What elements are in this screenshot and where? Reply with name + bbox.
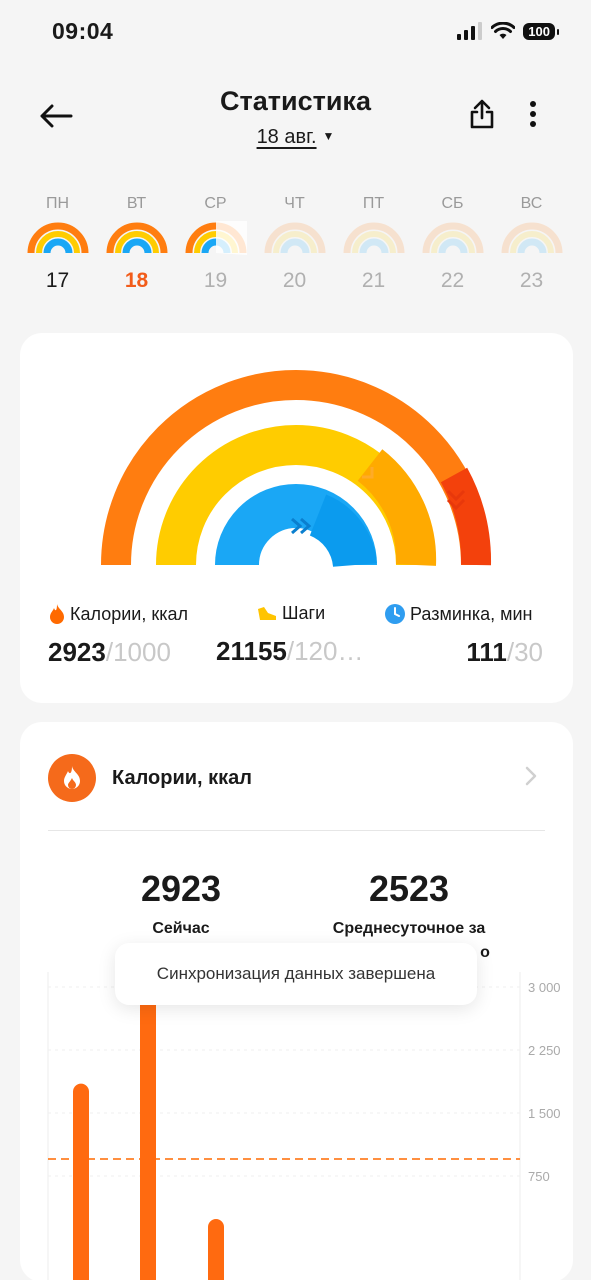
day-ring-icon: [422, 222, 483, 254]
day-18[interactable]: ВТ 18: [97, 195, 176, 293]
selected-date: 18 авг.: [256, 126, 317, 148]
activity-summary-card[interactable]: Калории, ккал 2923/1000 Шаги 21155/120… …: [20, 333, 573, 703]
day-21[interactable]: ПТ 21: [334, 195, 413, 293]
calories-avg-caption-tail: о: [480, 944, 490, 961]
calories-card-title: Калории, ккал: [112, 766, 252, 789]
signal-icon: [457, 22, 483, 40]
status-bar: 09:04 100: [0, 0, 591, 70]
metric-calories-value: 2923: [48, 637, 106, 667]
divider: [48, 830, 545, 831]
calories-bar[interactable]: [208, 1219, 224, 1280]
metric-steps: Шаги 21155/120…: [216, 603, 363, 667]
day-17[interactable]: ПН 17: [18, 195, 97, 293]
metric-warmup-value: 111: [466, 637, 507, 667]
status-icons: 100: [457, 22, 559, 40]
header: Статистика 18 авг. ▼: [0, 80, 591, 160]
more-vertical-icon: [530, 101, 536, 127]
day-number: 21: [361, 269, 386, 292]
day-label: ВС: [520, 195, 543, 212]
calories-bar[interactable]: [140, 987, 156, 1280]
day-ring-icon: [501, 222, 562, 254]
day-ring-icon: [106, 222, 167, 254]
metric-steps-goal: /120…: [286, 636, 364, 666]
calories-now-caption: Сейчас: [152, 920, 210, 937]
sync-toast: Синхронизация данных завершена: [115, 943, 477, 1005]
date-picker[interactable]: 18 авг. ▼: [0, 126, 591, 149]
flame-icon: [64, 766, 80, 789]
metric-warmup-goal: /30: [506, 637, 543, 667]
y-tick-label: 2 250: [528, 1043, 561, 1058]
shoe-icon: [258, 606, 276, 620]
day-label: СБ: [441, 195, 464, 212]
metric-calories-goal: /1000: [105, 637, 171, 667]
metric-steps-value: 21155: [216, 636, 287, 666]
clock-icon: [385, 604, 405, 624]
day-label: ПТ: [362, 195, 385, 212]
calories-badge: [48, 754, 96, 802]
day-19[interactable]: СР 19: [176, 195, 255, 293]
status-time: 09:04: [52, 18, 114, 44]
chevron-right-icon[interactable]: [525, 766, 537, 786]
day-22[interactable]: СБ 22: [413, 195, 492, 293]
battery-indicator: 100: [523, 22, 559, 40]
day-ring-icon: [264, 222, 325, 254]
day-label: ЧТ: [284, 195, 305, 212]
metric-warmup: Разминка, мин 111/30: [384, 603, 549, 668]
calories-card-header: Калории, ккал: [48, 754, 252, 802]
day-number: 22: [440, 269, 465, 292]
more-options-button[interactable]: [518, 96, 548, 132]
caret-down-icon: ▼: [322, 129, 335, 143]
day-23[interactable]: ВС 23: [492, 195, 571, 293]
week-strip: ПН 17 ВТ 18 СР 19 ЧТ 20 ПТ 21 СБ 22 ВС 2…: [18, 195, 573, 305]
calories-now-value: 2923: [140, 868, 222, 909]
calories-avg-caption: Среднесуточное за: [332, 920, 486, 937]
wifi-icon: [491, 22, 516, 39]
day-ring-icon: [343, 222, 404, 254]
day-label: СР: [204, 195, 227, 212]
activity-rings-chart: [101, 370, 492, 568]
metric-steps-label: Шаги: [282, 603, 326, 623]
day-number: 17: [45, 269, 70, 292]
day-ring-icon: [185, 221, 247, 255]
day-number: 20: [282, 269, 307, 292]
day-label: ВТ: [126, 195, 147, 212]
calories-bar-chart: 3 000 2 250 1 500 750: [47, 972, 561, 1280]
day-20[interactable]: ЧТ 20: [255, 195, 334, 293]
metric-calories: Калории, ккал 2923/1000: [48, 603, 188, 668]
y-tick-label: 750: [528, 1169, 550, 1184]
y-tick-label: 1 500: [528, 1106, 561, 1121]
day-number: 23: [519, 269, 544, 292]
flame-icon: [50, 604, 64, 624]
calories-avg-value: 2523: [368, 868, 450, 909]
day-number: 18: [124, 269, 149, 292]
day-ring-icon: [27, 222, 88, 254]
day-label: ПН: [45, 195, 70, 212]
metric-warmup-label: Разминка, мин: [410, 603, 533, 624]
y-tick-label: 3 000: [528, 980, 561, 995]
share-icon: [470, 99, 494, 129]
share-button[interactable]: [464, 96, 500, 132]
day-number: 19: [203, 269, 228, 292]
metric-calories-label: Калории, ккал: [70, 603, 188, 624]
calories-bar[interactable]: [73, 1083, 89, 1280]
page-title: Статистика: [220, 86, 371, 116]
